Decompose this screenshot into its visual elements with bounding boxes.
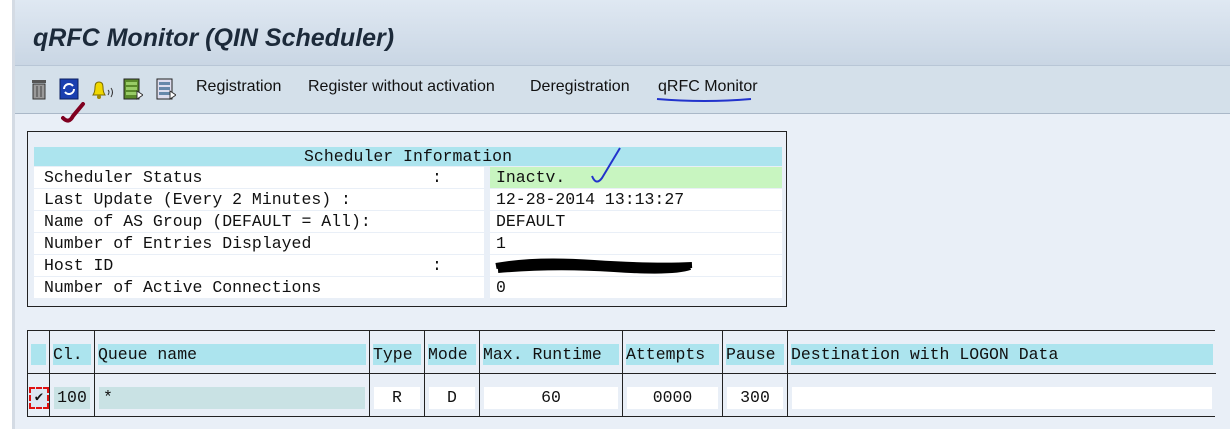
info-row-last-update: Last Update (Every 2 Minutes) :12-28-201… <box>34 189 782 210</box>
col-select: ✔ <box>28 331 50 416</box>
pause-input[interactable]: 300 <box>727 387 783 409</box>
application-toolbar: Registration Register without activation… <box>15 66 1230 123</box>
page-title: qRFC Monitor (QIN Scheduler) <box>33 24 395 52</box>
mode-input[interactable]: D <box>429 387 475 409</box>
register-without-activation-button[interactable]: Register without activation <box>308 78 495 96</box>
destination-input[interactable] <box>792 387 1212 409</box>
title-bar: qRFC Monitor (QIN Scheduler) <box>15 0 1230 66</box>
refresh-icon[interactable] <box>59 78 79 100</box>
attempts-input[interactable]: 0000 <box>627 387 718 409</box>
registration-button[interactable]: Registration <box>196 78 281 96</box>
redaction-scribble <box>495 258 693 274</box>
annotation-check-mark <box>591 147 621 183</box>
scheduler-info-box: Scheduler Information Scheduler Status: I… <box>27 131 787 307</box>
info-row-entries: Number of Entries Displayed 1 <box>34 233 782 254</box>
queue-table: ✔ Cl. 100 Queue name * Type R Mode D Max. Ru… <box>27 330 1216 417</box>
qrfc-monitor-button[interactable]: qRFC Monitor <box>658 78 758 96</box>
deregistration-button[interactable]: Deregistration <box>530 78 630 96</box>
sap-window: qRFC Monitor (QIN Scheduler) Registratio… <box>12 0 1230 429</box>
annotation-check-mark <box>61 102 85 123</box>
trash-icon[interactable] <box>29 78 49 100</box>
info-row-host-id: Host ID: <box>34 255 782 276</box>
max-runtime-input[interactable]: 60 <box>484 387 618 409</box>
queue-name-input[interactable]: * <box>99 387 365 409</box>
info-row-as-group: Name of AS Group (DEFAULT = All): DEFAULT <box>34 211 782 232</box>
list-green-icon[interactable] <box>123 78 143 100</box>
info-row-active-connections: Number of Active Connections 0 <box>34 277 782 298</box>
annotation-underline <box>656 98 752 102</box>
type-input[interactable]: R <box>374 387 420 409</box>
info-row-status: Scheduler Status: Inactv. <box>34 167 782 188</box>
scheduler-info-heading: Scheduler Information <box>34 147 782 166</box>
client-value: 100 <box>54 387 90 409</box>
scheduler-status-value: Inactv. <box>490 167 782 188</box>
bell-icon[interactable] <box>89 78 115 100</box>
row-select-checkbox[interactable]: ✔ <box>29 387 49 409</box>
list-icon[interactable] <box>156 78 176 100</box>
